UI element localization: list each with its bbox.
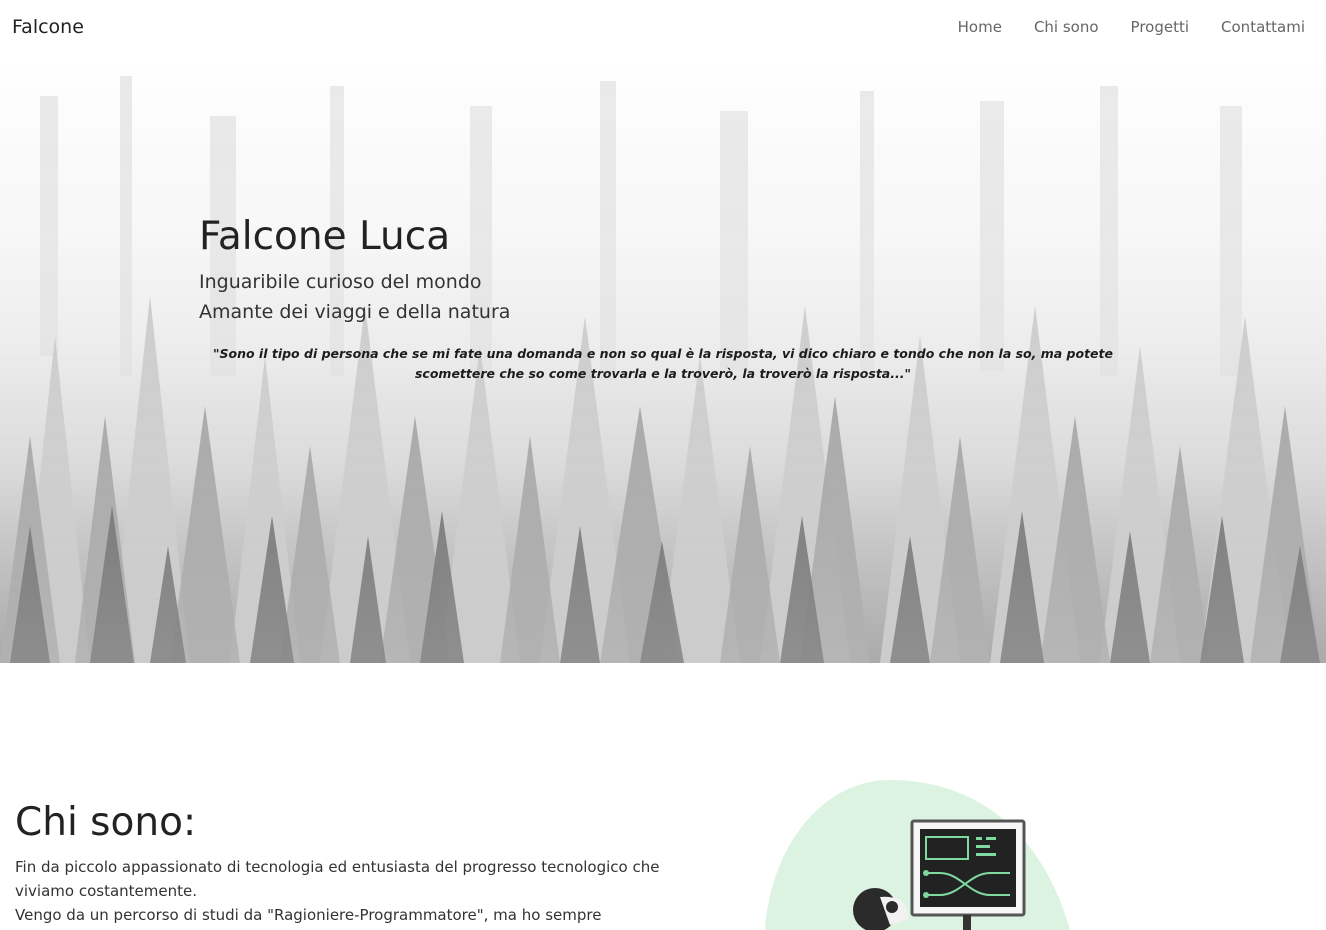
brand-link[interactable]: Falcone	[12, 16, 84, 38]
about-paragraph-2: Vengo da un percorso di studi da "Ragion…	[15, 906, 602, 924]
hero-subtitle-line2: Amante dei viaggi e della natura	[199, 301, 511, 323]
nav-link-progetti[interactable]: Progetti	[1131, 18, 1189, 36]
nav-link-contattami[interactable]: Contattami	[1221, 18, 1305, 36]
about-text: Fin da piccolo appassionato di tecnologi…	[15, 855, 665, 927]
nav-menu: Home Chi sono Progetti Contattami	[958, 18, 1305, 36]
about-paragraph-1: Fin da piccolo appassionato di tecnologi…	[15, 858, 660, 900]
developer-illustration-icon	[765, 780, 1070, 930]
hero-section: Falcone Luca Inguaribile curioso del mon…	[0, 56, 1326, 663]
hero-quote: "Sono il tipo di persona che se mi fate …	[212, 346, 1113, 381]
nav-link-chi-sono[interactable]: Chi sono	[1034, 18, 1099, 36]
hero-title: Falcone Luca	[199, 214, 451, 259]
navbar: Falcone Home Chi sono Progetti Contattam…	[0, 0, 1326, 56]
nav-link-home[interactable]: Home	[958, 18, 1002, 36]
hero-subtitle-line1: Inguaribile curioso del mondo	[199, 271, 482, 293]
about-title: Chi sono:	[15, 800, 197, 845]
